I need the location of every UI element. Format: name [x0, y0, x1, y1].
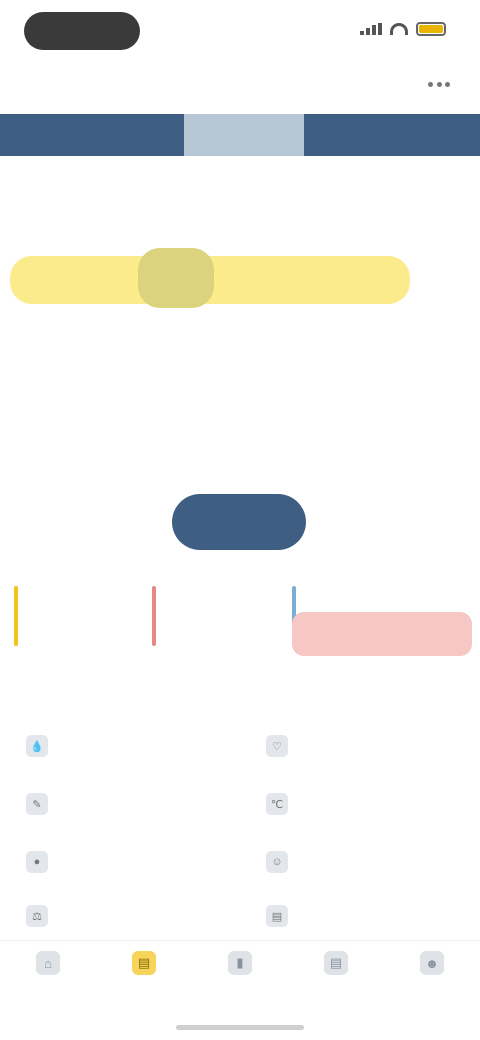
calendar-day[interactable]	[0, 352, 69, 400]
records-section-header	[0, 684, 480, 714]
pill-icon: ●	[26, 851, 48, 873]
calendar-day[interactable]	[274, 256, 343, 304]
calendar-day[interactable]	[0, 412, 69, 460]
calendar-day[interactable]	[69, 352, 138, 400]
calendar-day[interactable]	[411, 352, 480, 400]
calendar-day[interactable]	[206, 412, 275, 460]
calendar-day[interactable]	[343, 352, 412, 400]
status-icons	[360, 22, 446, 36]
cycle-legend	[0, 578, 480, 658]
record-item[interactable]: ⚖	[26, 896, 58, 936]
record-item[interactable]: 💧	[26, 726, 58, 766]
calendar-week	[0, 352, 480, 400]
calendar-week	[0, 412, 480, 460]
calendar-week	[0, 256, 480, 304]
calendar-day[interactable]	[206, 352, 275, 400]
legend-item	[14, 578, 154, 658]
title-row	[0, 64, 480, 108]
calendar-day[interactable]	[206, 256, 275, 304]
month-selector	[0, 114, 480, 156]
calendar-icon: ▤	[132, 951, 156, 975]
record-item[interactable]: ●	[26, 842, 58, 882]
calendar-day[interactable]	[69, 412, 138, 460]
record-button[interactable]	[172, 494, 306, 550]
record-item[interactable]: ♡	[266, 726, 298, 766]
tab-profile[interactable]: ☻	[384, 941, 480, 1011]
calendar-day[interactable]	[137, 256, 206, 304]
record-item[interactable]: ☺	[266, 842, 298, 882]
calendar-day[interactable]	[137, 352, 206, 400]
calendar-day[interactable]	[343, 256, 412, 304]
legend-color-bar	[14, 586, 18, 646]
calendar-day[interactable]	[411, 256, 480, 304]
bottom-tab-bar: ⌂ ▤ ▮ ▤ ☻	[0, 940, 480, 1040]
month-tab-current[interactable]	[184, 114, 304, 156]
record-item[interactable]: ℃	[266, 784, 298, 824]
mood-icon: ☺	[266, 851, 288, 873]
signal-icon	[360, 23, 382, 35]
tab-book[interactable]: ▤	[288, 941, 384, 1011]
status-bar	[0, 0, 480, 64]
legend-alert-badge	[292, 612, 472, 656]
calendar-icon: ▤	[266, 905, 288, 927]
drop-icon: 💧	[26, 735, 48, 757]
calendar-day[interactable]	[343, 412, 412, 460]
tab-calendar[interactable]: ▤	[96, 941, 192, 1011]
calendar-day[interactable]	[274, 412, 343, 460]
battery-icon	[416, 22, 446, 36]
home-indicator	[176, 1025, 304, 1030]
legend-color-bar	[152, 586, 156, 646]
heart-icon: ♡	[266, 735, 288, 757]
wifi-icon	[390, 23, 408, 35]
thermometer-icon: ℃	[266, 793, 288, 815]
month-tab-next[interactable]	[308, 114, 428, 156]
tab-chart[interactable]: ▮	[192, 941, 288, 1011]
chart-icon: ▮	[228, 951, 252, 975]
legend-item	[152, 578, 292, 658]
calendar-day[interactable]	[274, 352, 343, 400]
calendar-day[interactable]	[0, 256, 69, 304]
record-item[interactable]: ▤	[266, 896, 298, 936]
home-icon: ⌂	[36, 951, 60, 975]
more-icon[interactable]	[428, 82, 450, 90]
record-item[interactable]: ✎	[26, 784, 58, 824]
calendar-day[interactable]	[69, 256, 138, 304]
profile-icon: ☻	[420, 951, 444, 975]
calendar-day[interactable]	[411, 412, 480, 460]
battery-level	[419, 25, 443, 33]
book-icon: ▤	[324, 951, 348, 975]
status-time	[24, 12, 140, 50]
tab-home[interactable]: ⌂	[0, 941, 96, 1011]
calendar-day[interactable]	[137, 412, 206, 460]
weight-icon: ⚖	[26, 905, 48, 927]
month-tab-previous[interactable]	[60, 114, 180, 156]
note-icon: ✎	[26, 793, 48, 815]
